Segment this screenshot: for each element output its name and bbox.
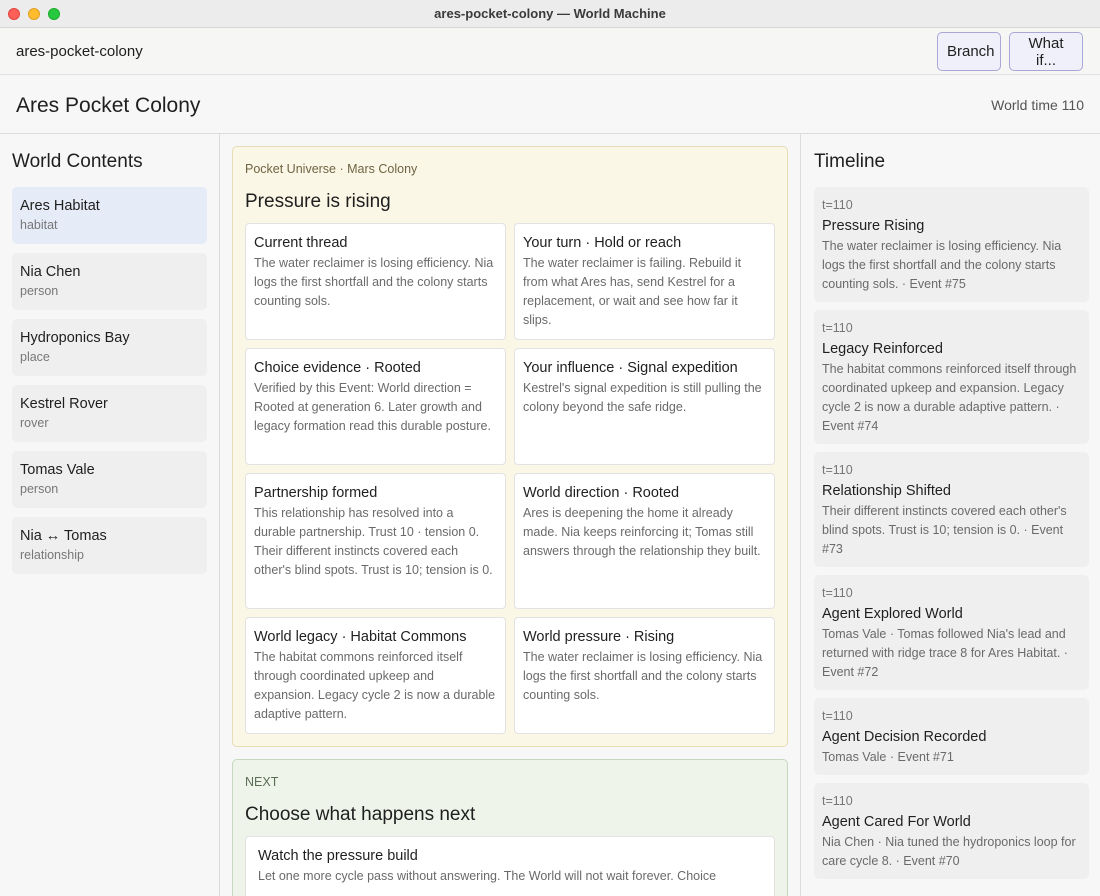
card-body: The water reclaimer is losing efficiency… bbox=[254, 256, 494, 308]
sidebar-title: World Contents bbox=[12, 151, 143, 172]
timeline-panel: Timeline t=110 Pressure Rising The water… bbox=[800, 134, 1100, 896]
card-body: This relationship has resolved into a du… bbox=[254, 506, 493, 577]
timeline-title: Timeline bbox=[814, 151, 886, 172]
event-name: Agent Decision Recorded bbox=[822, 729, 987, 745]
card-world-legacy: World legacy · Habitat Commons The habit… bbox=[245, 617, 506, 734]
sidebar-item-ares-habitat[interactable]: Ares Habitat habitat bbox=[12, 187, 207, 244]
item-name: Nia ↔ Tomas bbox=[20, 528, 107, 544]
event-name: Agent Cared For World bbox=[822, 814, 971, 830]
timeline-event[interactable]: t=110 Agent Cared For World Nia Chen · N… bbox=[814, 783, 1089, 879]
item-type: relationship bbox=[20, 548, 84, 562]
panel-heading: Choose what happens next bbox=[245, 804, 476, 825]
item-type: habitat bbox=[20, 218, 58, 232]
card-partnership-formed: Partnership formed This relationship has… bbox=[245, 473, 506, 609]
card-body: The water reclaimer is losing efficiency… bbox=[523, 650, 763, 702]
card-title: Your turn · Hold or reach bbox=[523, 235, 682, 251]
event-description: Nia Chen · Nia tuned the hydroponics loo… bbox=[822, 835, 1076, 868]
card-body: Ares is deepening the home it already ma… bbox=[523, 506, 761, 558]
timeline-event[interactable]: t=110 Agent Explored World Tomas Vale · … bbox=[814, 575, 1089, 690]
what-if-button[interactable]: What if... bbox=[1009, 32, 1083, 71]
item-name: Ares Habitat bbox=[20, 198, 100, 214]
option-body: Let one more cycle pass without answerin… bbox=[258, 869, 717, 883]
event-description: Tomas Vale · Tomas followed Nia's lead a… bbox=[822, 627, 1068, 679]
card-choice-evidence: Choice evidence · Rooted Verified by thi… bbox=[245, 348, 506, 465]
card-title: Partnership formed bbox=[254, 485, 378, 501]
event-time: t=110 bbox=[822, 586, 853, 600]
item-type: person bbox=[20, 284, 59, 298]
card-world-pressure: World pressure · Rising The water reclai… bbox=[514, 617, 775, 734]
card-title: World direction · Rooted bbox=[523, 485, 680, 501]
branch-button[interactable]: Branch bbox=[937, 32, 1001, 71]
item-name: Nia Chen bbox=[20, 264, 81, 280]
sidebar-item-hydroponics-bay[interactable]: Hydroponics Bay place bbox=[12, 319, 207, 376]
event-description: The water reclaimer is losing efficiency… bbox=[822, 239, 1062, 291]
card-world-direction: World direction · Rooted Ares is deepeni… bbox=[514, 473, 775, 609]
event-description: The habitat commons reinforced itself th… bbox=[822, 362, 1077, 433]
panel-kicker: Pocket Universe · Mars Colony bbox=[245, 162, 418, 176]
next-panel: NEXT Choose what happens next Watch the … bbox=[232, 759, 788, 896]
panel-heading: Pressure is rising bbox=[245, 191, 391, 212]
world-id-label: ares-pocket-colony bbox=[16, 43, 143, 60]
option-title: Watch the pressure build bbox=[258, 848, 418, 864]
sidebar-item-tomas-vale[interactable]: Tomas Vale person bbox=[12, 451, 207, 508]
timeline-list: t=110 Pressure Rising The water reclaime… bbox=[814, 187, 1089, 887]
panel-kicker: NEXT bbox=[245, 775, 279, 789]
timeline-event[interactable]: t=110 Relationship Shifted Their differe… bbox=[814, 452, 1089, 567]
next-option-watch-pressure[interactable]: Watch the pressure build Let one more cy… bbox=[245, 836, 775, 896]
world-time: World time 110 bbox=[991, 97, 1084, 113]
card-your-influence: Your influence · Signal expedition Kestr… bbox=[514, 348, 775, 465]
card-body: Verified by this Event: World direction … bbox=[254, 381, 491, 433]
card-title: Choice evidence · Rooted bbox=[254, 360, 421, 376]
event-name: Legacy Reinforced bbox=[822, 341, 943, 357]
timeline-event[interactable]: t=110 Agent Decision Recorded Tomas Vale… bbox=[814, 698, 1089, 775]
card-body: The habitat commons reinforced itself th… bbox=[254, 650, 496, 721]
timeline-event[interactable]: t=110 Legacy Reinforced The habitat comm… bbox=[814, 310, 1089, 444]
page-header: Ares Pocket Colony World time 110 bbox=[0, 75, 1100, 134]
toolbar: ares-pocket-colony Branch What if... bbox=[0, 28, 1100, 75]
sidebar-item-kestrel-rover[interactable]: Kestrel Rover rover bbox=[12, 385, 207, 442]
item-name: Kestrel Rover bbox=[20, 396, 108, 412]
card-your-turn: Your turn · Hold or reach The water recl… bbox=[514, 223, 775, 340]
card-body: Kestrel's signal expedition is still pul… bbox=[523, 381, 762, 414]
card-current-thread: Current thread The water reclaimer is lo… bbox=[245, 223, 506, 340]
card-title: World legacy · Habitat Commons bbox=[254, 629, 467, 645]
card-title: Your influence · Signal expedition bbox=[523, 360, 738, 376]
sidebar-item-nia-chen[interactable]: Nia Chen person bbox=[12, 253, 207, 310]
card-title: Current thread bbox=[254, 235, 348, 251]
timeline-event[interactable]: t=110 Pressure Rising The water reclaime… bbox=[814, 187, 1089, 302]
item-name: Tomas Vale bbox=[20, 462, 95, 478]
event-description: Tomas Vale · Event #71 bbox=[822, 750, 954, 764]
item-name: Hydroponics Bay bbox=[20, 330, 130, 346]
card-title: World pressure · Rising bbox=[523, 629, 675, 645]
sidebar-item-nia-tomas[interactable]: Nia ↔ Tomas relationship bbox=[12, 517, 207, 574]
window-titlebar: ares-pocket-colony — World Machine bbox=[0, 0, 1100, 28]
item-type: rover bbox=[20, 416, 49, 430]
event-name: Relationship Shifted bbox=[822, 483, 951, 499]
event-time: t=110 bbox=[822, 709, 853, 723]
main-content: Pocket Universe · Mars Colony Pressure i… bbox=[220, 134, 800, 896]
event-time: t=110 bbox=[822, 463, 853, 477]
window-title: ares-pocket-colony — World Machine bbox=[434, 6, 666, 21]
event-description: Their different instincts covered each o… bbox=[822, 504, 1067, 556]
event-time: t=110 bbox=[822, 198, 853, 212]
event-name: Agent Explored World bbox=[822, 606, 963, 622]
card-body: The water reclaimer is failing. Rebuild … bbox=[523, 256, 742, 327]
event-name: Pressure Rising bbox=[822, 218, 925, 234]
pressure-panel: Pocket Universe · Mars Colony Pressure i… bbox=[232, 146, 788, 747]
item-type: place bbox=[20, 350, 50, 364]
world-contents-sidebar: World Contents Ares Habitat habitat Nia … bbox=[0, 134, 220, 896]
event-time: t=110 bbox=[822, 794, 853, 808]
event-time: t=110 bbox=[822, 321, 853, 335]
page-title: Ares Pocket Colony bbox=[16, 94, 201, 117]
world-contents-list: Ares Habitat habitat Nia Chen person Hyd… bbox=[12, 187, 207, 583]
item-type: person bbox=[20, 482, 59, 496]
